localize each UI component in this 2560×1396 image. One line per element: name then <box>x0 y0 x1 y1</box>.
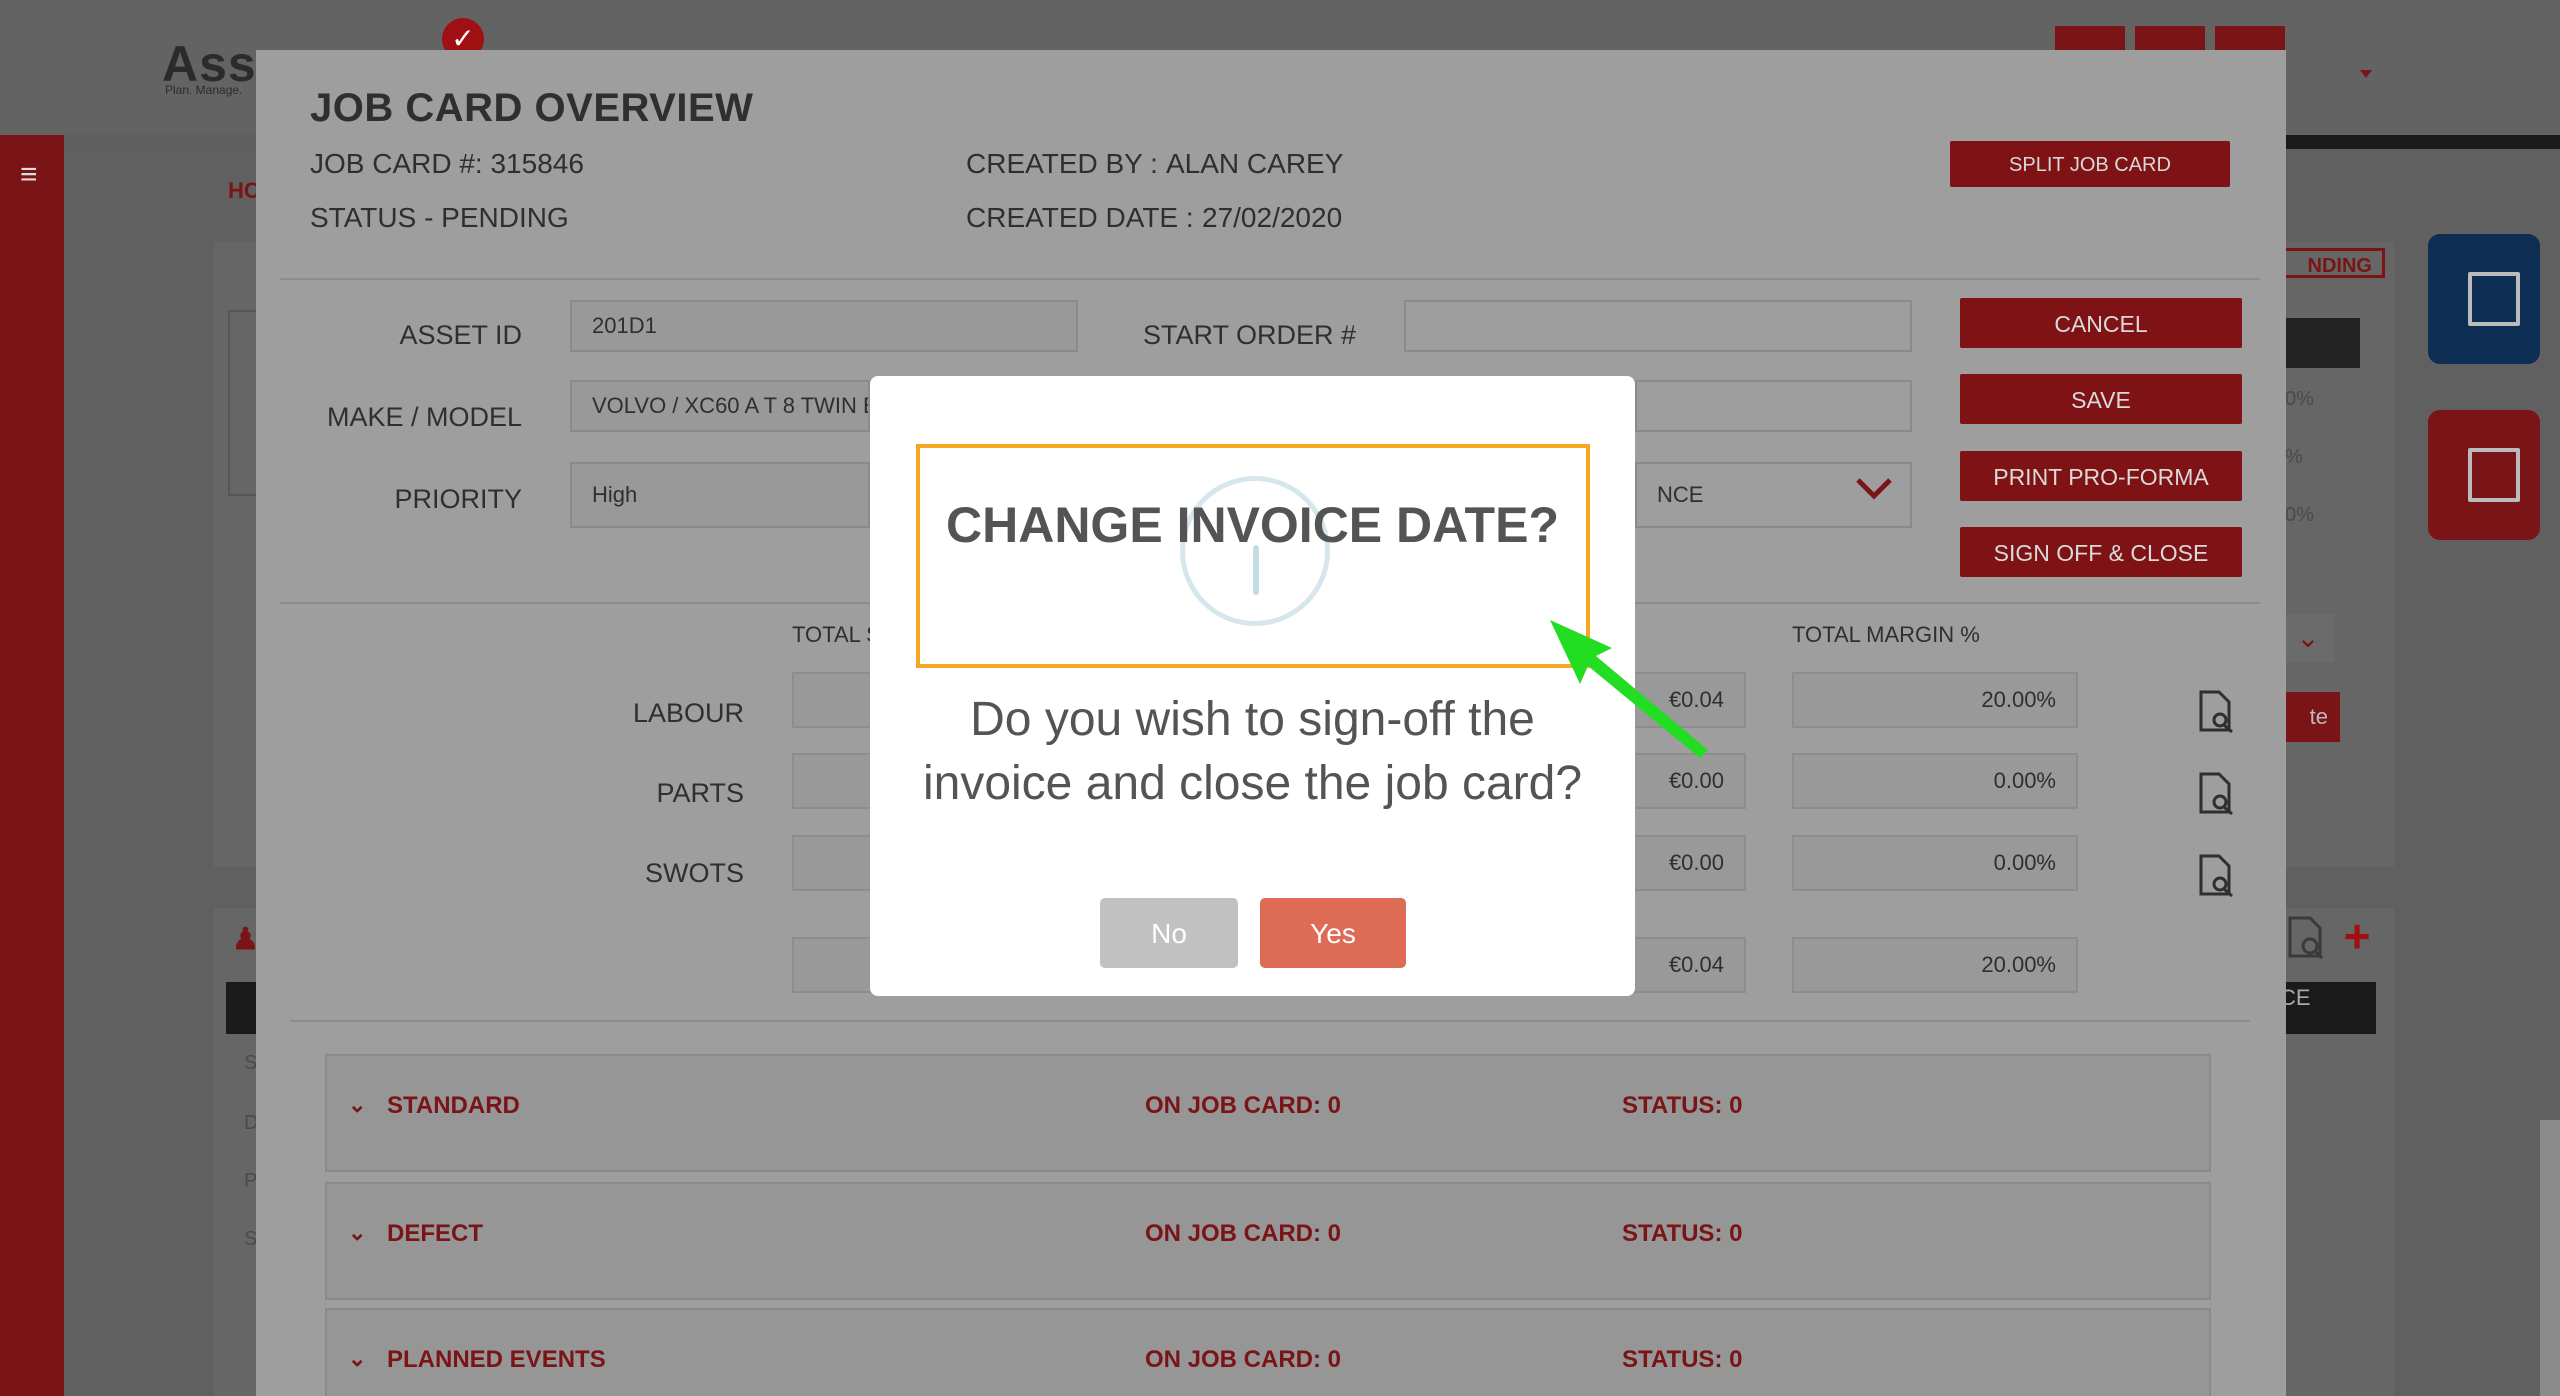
swots-value: €0.00 <box>1630 835 1746 891</box>
labour-label: LABOUR <box>632 698 744 728</box>
parts-margin: 0.00% <box>1792 753 2078 809</box>
sign-off-close-button[interactable]: SIGN OFF & CLOSE <box>1960 527 2242 577</box>
job-card-number: JOB CARD #: 315846 <box>310 148 584 179</box>
swots-label: SWOTS <box>645 858 744 888</box>
edit-icon[interactable] <box>2428 410 2540 540</box>
page-title: JOB CARD OVERVIEW <box>310 86 754 130</box>
standard-section-title[interactable]: STANDARD <box>387 1092 520 1120</box>
total-value: €0.04 <box>1630 937 1746 993</box>
created-by-label: CREATED BY : <box>966 148 1158 179</box>
summary-cell <box>792 835 872 891</box>
document-search-icon[interactable] <box>2196 772 2236 816</box>
percent-cell: 0% <box>2285 504 2314 526</box>
edit-icon[interactable] <box>2428 234 2540 364</box>
make-model-field[interactable]: VOLVO / XC60 A T 8 TWIN EN <box>570 380 870 432</box>
parts-label: PARTS <box>656 778 744 808</box>
menu-icon[interactable]: ≡ <box>20 160 46 190</box>
start-order-label: START ORDER # <box>1142 320 1356 350</box>
priority-select[interactable]: High <box>570 462 870 528</box>
cancel-button[interactable]: CANCEL <box>1960 298 2242 348</box>
breadcrumb[interactable]: HC <box>228 178 260 204</box>
document-search-icon[interactable] <box>2196 854 2236 898</box>
yes-button[interactable]: Yes <box>1260 898 1406 968</box>
planned-events-status: STATUS: 0 <box>1622 1346 1743 1373</box>
labour-margin: 20.00% <box>1792 672 2078 728</box>
highlight-box <box>916 444 1590 668</box>
user-menu-caret-icon[interactable] <box>2360 70 2372 78</box>
print-pro-forma-button[interactable]: PRINT PRO-FORMA <box>1960 451 2242 501</box>
no-button[interactable]: No <box>1100 898 1238 968</box>
planned-events-section-title[interactable]: PLANNED EVENTS <box>387 1346 606 1374</box>
save-button[interactable]: SAVE <box>1960 374 2242 424</box>
defect-section-title[interactable]: DEFECT <box>387 1220 483 1248</box>
chevron-down-icon[interactable]: ⌄ <box>348 1220 366 1246</box>
chevron-down-icon[interactable]: ⌄ <box>348 1346 366 1372</box>
total-margin: 20.00% <box>1792 937 2078 993</box>
chevron-down-icon[interactable]: ⌄ <box>348 1092 366 1118</box>
scrollbar[interactable] <box>2540 1120 2560 1396</box>
summary-cell <box>792 753 872 809</box>
chevron-down-icon[interactable] <box>1854 474 1894 504</box>
priority-label: PRIORITY <box>394 484 522 514</box>
dialog-message-line: Do you wish to sign-off the <box>970 693 1535 746</box>
job-card-status: STATUS - PENDING <box>310 202 569 233</box>
arrow-pointer-icon <box>1550 620 1708 758</box>
summary-cell <box>792 937 872 993</box>
planned-events-on-job-card: ON JOB CARD: 0 <box>1145 1346 1342 1373</box>
percent-cell: % <box>2285 446 2303 468</box>
column-header: TOTAL MARGIN % <box>1792 622 1980 647</box>
split-job-card-button[interactable]: SPLIT JOB CARD <box>1950 141 2230 187</box>
make-model-label: MAKE / MODEL <box>326 402 522 432</box>
plus-icon[interactable]: + <box>2338 913 2376 959</box>
divider <box>290 1020 2250 1022</box>
document-search-icon[interactable] <box>2196 690 2236 734</box>
swots-margin: 0.00% <box>1792 835 2078 891</box>
percent-cell: 0% <box>2285 388 2314 410</box>
text-field[interactable] <box>1635 380 1912 432</box>
column-header: TOTAL S <box>792 622 881 647</box>
created-date-value: 27/02/2020 <box>1202 202 1343 233</box>
asset-id-field[interactable]: 201D1 <box>570 300 1078 352</box>
start-order-field[interactable] <box>1404 300 1912 352</box>
summary-cell <box>792 672 872 728</box>
standard-status: STATUS: 0 <box>1622 1092 1743 1119</box>
sidebar <box>0 135 64 1396</box>
defect-status: STATUS: 0 <box>1622 1220 1743 1247</box>
dialog-message: Do you wish to sign-off the invoice and … <box>870 688 1635 816</box>
document-search-icon[interactable] <box>2284 916 2328 960</box>
created-date-label: CREATED DATE : <box>966 202 1194 233</box>
header-strip <box>2280 135 2560 149</box>
app-logo-tagline: Plan. Manage. <box>165 83 243 97</box>
standard-on-job-card: ON JOB CARD: 0 <box>1145 1092 1342 1119</box>
person-icon: ♟ <box>232 923 259 956</box>
chevron-down-icon[interactable]: ⌄ <box>2282 614 2334 662</box>
dialog-message-line: invoice and close the job card? <box>922 757 1583 810</box>
divider <box>280 278 2260 280</box>
created-by-value: ALAN CAREY <box>1166 148 1344 179</box>
asset-id-label: ASSET ID <box>399 320 522 350</box>
defect-on-job-card: ON JOB CARD: 0 <box>1145 1220 1342 1247</box>
parts-value: €0.00 <box>1630 753 1746 809</box>
